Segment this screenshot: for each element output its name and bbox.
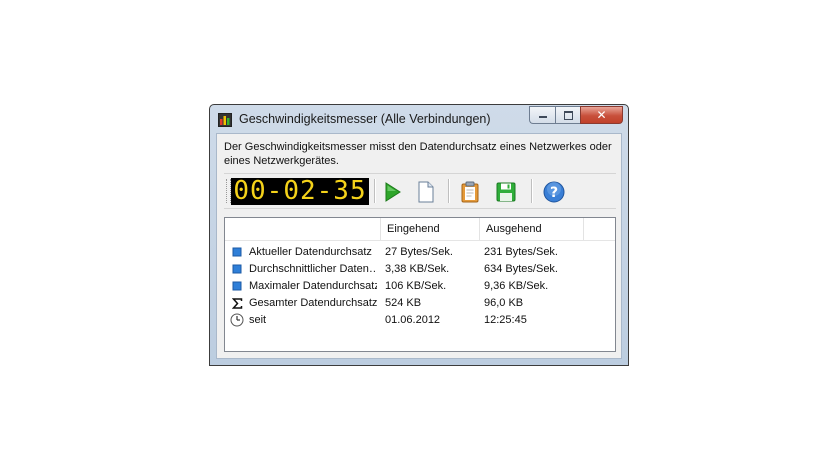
row-incoming: 01.06.2012 — [385, 314, 441, 326]
sigma-icon — [231, 298, 243, 309]
copy-button[interactable] — [458, 180, 482, 204]
clock-icon — [230, 313, 244, 327]
list-header: Eingehend Ausgehend — [225, 218, 615, 241]
table-row[interactable]: seit 01.06.2012 12:25:45 — [225, 312, 615, 329]
blue-square-icon — [232, 247, 243, 258]
row-outgoing: 231 Bytes/Sek. — [484, 246, 558, 258]
speedometer-window: Geschwindigkeitsmesser (Alle Verbindunge… — [209, 104, 629, 366]
row-label: Aktueller Datendurchsatz — [249, 246, 372, 258]
maximize-button[interactable] — [555, 106, 580, 124]
table-row[interactable]: Maximaler Datendurchsatz 106 KB/Sek. 9,3… — [225, 278, 615, 295]
row-outgoing: 96,0 KB — [484, 297, 524, 309]
row-label: Durchschnittlicher Daten… — [249, 263, 377, 275]
statistics-list[interactable]: Eingehend Ausgehend Aktueller Datendurch… — [224, 217, 616, 352]
close-button[interactable]: ✕ — [580, 106, 623, 124]
toolbar: 00-02-35 ? — [224, 173, 616, 209]
row-incoming: 3,38 KB/Sek. — [385, 263, 450, 275]
row-incoming: 27 Bytes/Sek. — [385, 246, 453, 258]
start-button[interactable] — [380, 180, 404, 204]
toolbar-separator — [531, 179, 533, 203]
row-incoming: 524 KB — [385, 297, 422, 309]
window-title: Geschwindigkeitsmesser (Alle Verbindunge… — [239, 112, 491, 126]
help-button[interactable]: ? — [542, 180, 566, 204]
play-icon — [385, 182, 401, 202]
caption-buttons: ✕ — [529, 106, 623, 124]
row-outgoing: 634 Bytes/Sek. — [484, 263, 558, 275]
client-area: Der Geschwindigkeitsmesser misst den Dat… — [216, 133, 622, 359]
help-icon: ? — [543, 181, 565, 203]
toolbar-separator — [448, 179, 450, 203]
svg-text:?: ? — [550, 185, 558, 201]
blue-square-icon — [232, 281, 243, 292]
column-header-incoming[interactable]: Eingehend — [381, 218, 480, 240]
description-text: Der Geschwindigkeitsmesser misst den Dat… — [224, 141, 612, 167]
save-icon — [496, 182, 516, 202]
blue-square-icon — [232, 264, 243, 275]
minimize-button[interactable] — [529, 106, 555, 124]
table-row[interactable]: Gesamter Datendurchsatz 524 KB 96,0 KB — [225, 295, 615, 312]
row-label: Maximaler Datendurchsatz — [249, 280, 377, 292]
new-button[interactable] — [414, 180, 438, 204]
row-outgoing: 12:25:45 — [484, 314, 527, 326]
minimize-icon — [539, 116, 547, 118]
app-icon — [218, 113, 232, 127]
close-icon: ✕ — [596, 108, 607, 122]
timer-display: 00-02-35 — [231, 178, 369, 205]
row-incoming: 106 KB/Sek. — [385, 280, 447, 292]
column-header-name[interactable] — [225, 218, 381, 240]
maximize-icon — [564, 111, 573, 120]
table-row[interactable]: Durchschnittlicher Daten… 3,38 KB/Sek. 6… — [225, 261, 615, 278]
column-header-outgoing[interactable]: Ausgehend — [480, 218, 584, 240]
clipboard-icon — [461, 181, 479, 203]
toolbar-separator — [374, 179, 376, 203]
save-button[interactable] — [494, 180, 518, 204]
table-row[interactable]: Aktueller Datendurchsatz 27 Bytes/Sek. 2… — [225, 244, 615, 261]
row-outgoing: 9,36 KB/Sek. — [484, 280, 549, 292]
row-label: seit — [249, 314, 267, 326]
row-label: Gesamter Datendurchsatz — [249, 297, 377, 309]
title-bar[interactable]: Geschwindigkeitsmesser (Alle Verbindunge… — [210, 105, 628, 133]
new-document-icon — [418, 181, 434, 203]
